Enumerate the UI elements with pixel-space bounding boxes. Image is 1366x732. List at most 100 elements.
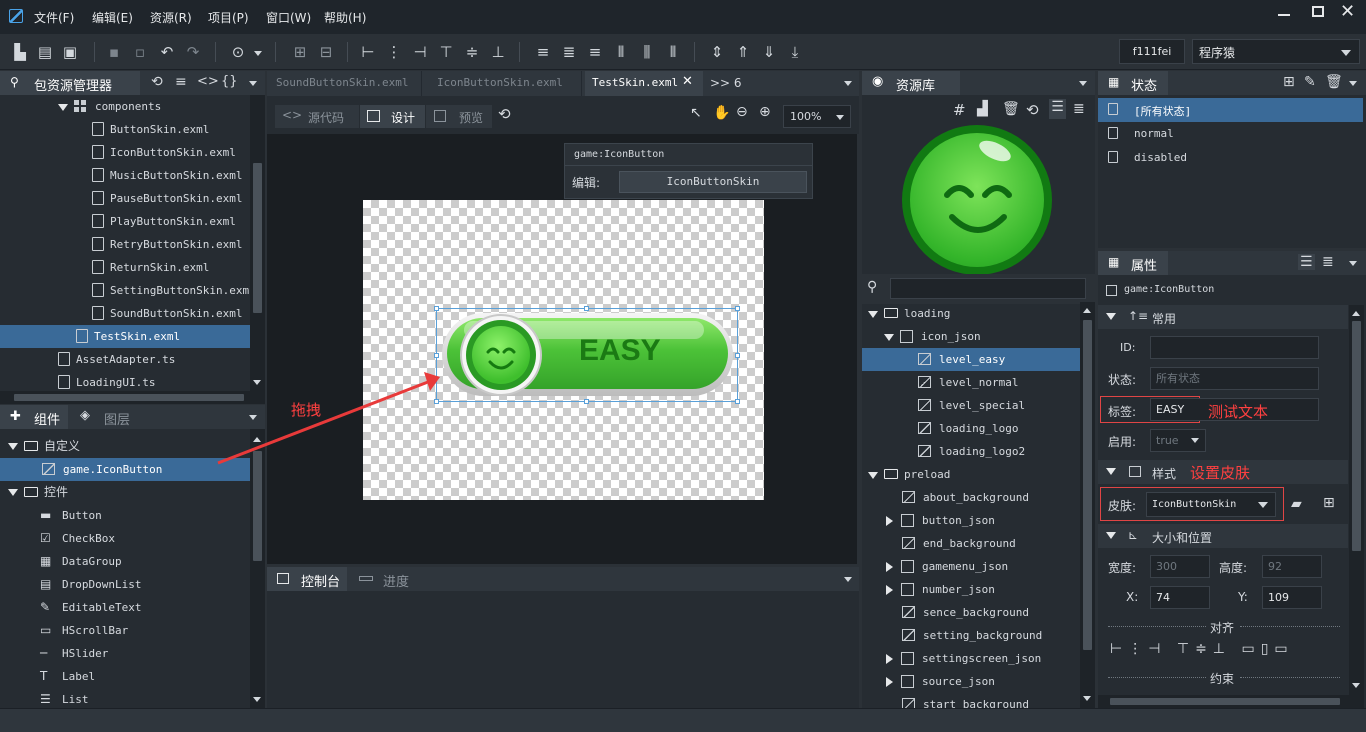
- list-view-icon[interactable]: ≣: [1322, 254, 1334, 270]
- height-field[interactable]: 92: [1262, 555, 1322, 578]
- resource-item[interactable]: loading_logo: [862, 417, 1080, 440]
- add-state-icon[interactable]: ⊞: [1283, 74, 1295, 90]
- hand-tool-icon[interactable]: ✋: [713, 105, 730, 121]
- select-tool-icon[interactable]: ↖: [690, 105, 702, 121]
- align-vcenter-icon[interactable]: ≑: [1195, 641, 1213, 657]
- distribute-middle-icon[interactable]: ≣: [559, 42, 579, 62]
- layer-up-icon[interactable]: ⇑: [733, 42, 753, 62]
- design-canvas[interactable]: game:IconButton 编辑: IconButtonSkin EASY …: [267, 134, 857, 564]
- resource-item[interactable]: preload: [862, 463, 1080, 486]
- tab-soundbuttonskin[interactable]: SoundButtonSkin.exml: [267, 71, 422, 96]
- braces-icon[interactable]: {}: [221, 74, 238, 89]
- section-common[interactable]: ↑≡ 常用: [1098, 305, 1348, 329]
- user-button[interactable]: f111fei: [1119, 39, 1185, 64]
- resource-item[interactable]: start_background: [862, 693, 1080, 708]
- distribute-left-icon[interactable]: ⫴: [611, 42, 631, 62]
- menu-resource[interactable]: 资源(R): [150, 9, 192, 26]
- tree-file[interactable]: PlayButtonSkin.exml: [0, 210, 250, 233]
- align-top-icon[interactable]: ⊤: [436, 42, 456, 62]
- close-icon[interactable]: ✕: [1340, 1, 1355, 22]
- align-parent-bottom-icon[interactable]: ▭: [1274, 641, 1293, 657]
- scroll-up-icon[interactable]: [253, 437, 261, 442]
- tab-iconbuttonskin[interactable]: IconButtonSkin.exml: [427, 71, 582, 96]
- new-project-icon[interactable]: ▙: [10, 42, 30, 62]
- ungroup-icon[interactable]: ⊟: [316, 42, 336, 62]
- component-item[interactable]: ▭ HScrollBar: [0, 619, 250, 642]
- align-left-icon[interactable]: ⊢: [358, 42, 378, 62]
- properties-scrollbar[interactable]: [1349, 305, 1364, 695]
- resource-search-input[interactable]: [890, 278, 1086, 299]
- package-hscrollbar[interactable]: [0, 391, 265, 404]
- list-view-icon[interactable]: ☰: [1049, 99, 1066, 119]
- align-buttons[interactable]: ⊢⋮⊣ ⊤≑⊥ ▭▯▭: [1110, 641, 1294, 657]
- resource-item[interactable]: level_easy: [862, 348, 1080, 371]
- align-bottom-icon[interactable]: ⊥: [488, 42, 508, 62]
- align-right-icon[interactable]: ⊣: [410, 42, 430, 62]
- x-field[interactable]: 74: [1150, 586, 1210, 609]
- save-all-icon[interactable]: ▫: [130, 42, 150, 62]
- menu-help[interactable]: 帮助(H): [324, 9, 366, 26]
- distribute-top-icon[interactable]: ≡: [533, 42, 553, 62]
- minimize-icon[interactable]: [1278, 14, 1290, 16]
- tab-package-explorer[interactable]: ⚲ 包资源管理器: [0, 71, 140, 95]
- resource-item[interactable]: end_background: [862, 532, 1080, 555]
- properties-hscrollbar[interactable]: [1098, 695, 1364, 708]
- scroll-thumb[interactable]: [1352, 321, 1361, 551]
- distribute-right-icon[interactable]: ⫴: [663, 42, 683, 62]
- same-height-icon[interactable]: ⇕: [707, 42, 727, 62]
- redo-icon[interactable]: ↷: [183, 42, 203, 62]
- state-item-disabled[interactable]: disabled: [1098, 146, 1363, 170]
- zoom-in-icon[interactable]: ⊕: [759, 104, 771, 120]
- scroll-thumb[interactable]: [253, 163, 262, 313]
- tab-testskin[interactable]: TestSkin.exml ✕: [585, 71, 703, 96]
- tree-file[interactable]: SoundButtonSkin.exml: [0, 302, 250, 325]
- scroll-down-icon[interactable]: [1083, 696, 1091, 701]
- panel-menu-icon[interactable]: [844, 81, 852, 86]
- tab-resource-library[interactable]: ◉ 资源库: [862, 71, 960, 95]
- align-parent-top-icon[interactable]: ▭: [1241, 641, 1260, 657]
- menu-window[interactable]: 窗口(W): [266, 9, 311, 26]
- scroll-down-icon[interactable]: [253, 697, 261, 702]
- component-item[interactable]: ✎ EditableText: [0, 596, 250, 619]
- resource-item[interactable]: level_normal: [862, 371, 1080, 394]
- tree-file-ts[interactable]: LoadingUI.ts: [0, 371, 250, 393]
- grid-icon[interactable]: #: [953, 101, 966, 119]
- component-item[interactable]: ▤ DropDownList: [0, 573, 250, 596]
- resource-item[interactable]: source_json: [862, 670, 1080, 693]
- maximize-icon[interactable]: [1312, 6, 1324, 17]
- enabled-select[interactable]: true: [1150, 429, 1206, 452]
- layer-down-icon[interactable]: ⇓: [759, 42, 779, 62]
- panel-menu-icon[interactable]: [1349, 261, 1357, 266]
- add-folder-icon[interactable]: ▟: [977, 101, 988, 117]
- refresh-icon[interactable]: ⟲: [498, 105, 511, 123]
- id-field[interactable]: [1150, 336, 1319, 359]
- component-item[interactable]: ☑ CheckBox: [0, 527, 250, 550]
- align-top-icon[interactable]: ⊤: [1177, 641, 1195, 657]
- zoom-select[interactable]: 100%: [783, 105, 851, 128]
- distribute-center-icon[interactable]: ⫼: [637, 42, 657, 62]
- refresh-icon[interactable]: ⟲: [1026, 101, 1039, 119]
- list-icon[interactable]: ≡: [175, 74, 187, 90]
- icon-button-preview[interactable]: EASY: [442, 313, 733, 396]
- panel-menu-icon[interactable]: [1349, 81, 1357, 86]
- tree-folder-components[interactable]: components: [0, 95, 250, 118]
- tree-file[interactable]: MusicButtonSkin.exml: [0, 164, 250, 187]
- menu-edit[interactable]: 编辑(E): [92, 9, 133, 26]
- mode-preview-button[interactable]: 预览: [426, 105, 492, 128]
- resource-scrollbar[interactable]: [1080, 302, 1095, 708]
- align-hcenter-icon[interactable]: ⋮: [1128, 641, 1148, 657]
- tree-file[interactable]: IconButtonSkin.exml: [0, 141, 250, 164]
- scroll-down-icon[interactable]: [253, 380, 261, 385]
- tree-file[interactable]: RetryButtonSkin.exml: [0, 233, 250, 256]
- menu-project[interactable]: 项目(P): [208, 9, 249, 26]
- align-left-icon[interactable]: ⊢: [1110, 641, 1128, 657]
- tab-layers[interactable]: ◈ 图层: [72, 405, 142, 429]
- popup-skin-field[interactable]: IconButtonSkin: [619, 171, 807, 193]
- state-item-all[interactable]: [所有状态]: [1098, 98, 1363, 122]
- resource-item[interactable]: about_background: [862, 486, 1080, 509]
- align-right-icon[interactable]: ⊣: [1148, 641, 1166, 657]
- resource-item[interactable]: loading: [862, 302, 1080, 325]
- resource-item[interactable]: icon_json: [862, 325, 1080, 348]
- resource-item[interactable]: loading_logo2: [862, 440, 1080, 463]
- panel-menu-icon[interactable]: [844, 577, 852, 582]
